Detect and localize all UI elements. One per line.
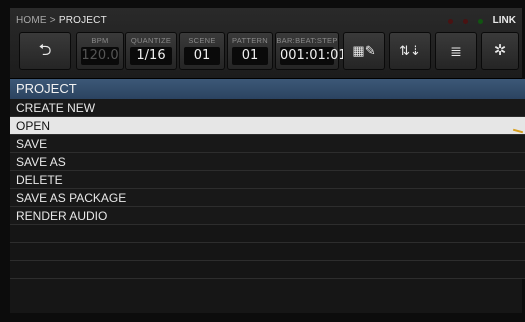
pattern-label: PATTERN [232,36,268,45]
empty-row [10,225,525,243]
bar-beat-step-control[interactable]: BAR:BEAT:STEP 001:01:01 [275,32,347,70]
status-led-3 [477,16,485,26]
breadcrumb-current: PROJECT [58,15,107,26]
edit-button[interactable]: ▦✎ [343,32,385,70]
settings-button[interactable]: ✲ [481,32,519,70]
list-button[interactable]: ≣ [435,32,477,70]
section-header: PROJECT [10,79,525,99]
menu-item-delete[interactable]: DELETE [10,171,525,189]
back-arrow-icon: ⮌ [38,42,52,59]
status-led-1 [447,16,455,26]
breadcrumb: HOME > PROJECT [16,15,107,26]
back-button[interactable]: ⮌ [19,32,71,70]
scene-value: 01 [184,47,220,65]
bar-beat-step-label: BAR:BEAT:STEP [276,36,338,45]
empty-row [10,243,525,261]
project-menu: CREATE NEW OPEN SAVE SAVE AS DELETE SAVE AS P… [10,99,525,279]
breadcrumb-home[interactable]: HOME [16,15,47,26]
list-icon: ≣ [450,43,462,59]
menu-item-save-as[interactable]: SAVE AS [10,153,525,171]
status-indicators: LINK [447,15,516,26]
menu-item-open[interactable]: OPEN [10,117,525,135]
menu-item-create-new[interactable]: CREATE NEW [10,99,525,117]
empty-row [10,261,525,279]
scene-label: SCENE [188,36,216,45]
bpm-label: BPM [91,36,109,45]
bpm-control[interactable]: BPM 120.0 [76,32,124,70]
mixer-faders-icon: ⇅⇣ [399,43,421,58]
quantize-control[interactable]: QUANTIZE 1/16 [125,32,177,70]
link-label: LINK [492,15,516,26]
menu-item-save[interactable]: SAVE [10,135,525,153]
scene-control[interactable]: SCENE 01 [179,32,225,70]
status-led-2 [462,16,470,26]
pattern-control[interactable]: PATTERN 01 [227,32,273,70]
bpm-value: 120.0 [81,47,119,65]
gear-icon: ✲ [493,42,507,59]
bar-beat-step-value: 001:01:01 [280,47,347,65]
breadcrumb-separator: > [49,15,56,26]
menu-item-render-audio[interactable]: RENDER AUDIO [10,207,525,225]
mixer-button[interactable]: ⇅⇣ [389,32,431,70]
edit-pencil-icon: ▦✎ [352,43,376,58]
top-bar: HOME > PROJECT LINK ⮌ BPM 120.0 QUANTIZE… [10,8,522,79]
menu-item-save-as-package[interactable]: SAVE AS PACKAGE [10,189,525,207]
quantize-label: QUANTIZE [130,36,172,45]
quantize-value: 1/16 [130,47,172,65]
pattern-value: 01 [232,47,268,65]
